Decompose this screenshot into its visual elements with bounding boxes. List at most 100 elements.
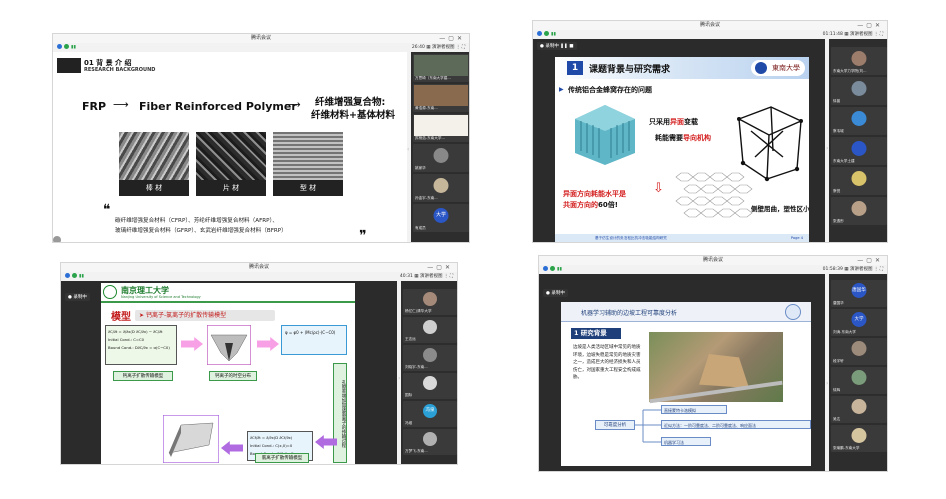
avatar: 唐国华 xyxy=(851,283,867,298)
meeting-timer: 40:31 xyxy=(399,274,413,279)
avatar xyxy=(851,111,867,126)
meeting-timer: 01:11:48 xyxy=(822,32,843,37)
participant-tile[interactable]: 蔡悦 xyxy=(831,167,887,195)
arrow-right-icon xyxy=(257,337,279,351)
signal-icon: ▮▮ xyxy=(79,274,84,279)
quote-right-icon: ❞ xyxy=(359,228,367,243)
shield-icon[interactable] xyxy=(544,31,549,36)
shared-slide: 机器学习辅助的边坡工程可靠度分析 1 研究背景 边坡是人类活动区域中常见的地质环… xyxy=(561,302,811,466)
fiber-label: Fiber Reinforced Polymer xyxy=(139,100,297,113)
speaker-view-button[interactable]: ▦ 演讲者视图 xyxy=(844,267,872,272)
participant-tile[interactable]: 唐国华 唐国华 xyxy=(831,280,887,307)
participant-tile[interactable]: 东南大学力学院(刘... xyxy=(831,47,887,75)
participant-tile[interactable]: 蔡韦城 xyxy=(831,107,887,135)
info-icon[interactable] xyxy=(57,44,62,49)
calcium-equation-box: ∂C/∂t = ∂/∂x(D ∂C/∂x) − ∂C/∂t Initial Con… xyxy=(105,325,177,365)
composite-line-2: 纤维材料+基体材料 xyxy=(311,110,395,121)
calcium-model-label: 钙离子扩散传输模型 xyxy=(113,371,173,381)
participant-panel: 唐国华 唐国华 大学 刘涛-东南大学 段宇轩 徐辉 吴达 张瑜鹏-东南大学 xyxy=(829,274,887,471)
window-titlebar: 腾讯会议 —▢✕ xyxy=(539,256,887,265)
participant-tile[interactable]: 大学 刘涛-东南大学 xyxy=(831,309,887,336)
window-title: 腾讯会议 xyxy=(702,257,723,263)
participant-tile[interactable]: 张逸彤 xyxy=(831,197,887,225)
participant-tile[interactable]: 万思琦（东南大学建... xyxy=(413,54,469,82)
chloride-model-label: 氯离子扩散传输模型 xyxy=(255,453,309,463)
slide-title: 课题背景与研究需求 xyxy=(589,65,671,75)
window-controls[interactable]: —▢✕ xyxy=(439,34,465,43)
participant-panel: 东南大学力学院(刘... 徐曾 蔡韦城 东南大学土建 蔡悦 张逸彤 xyxy=(829,39,887,242)
porosity-note: 孔隙率增加加速氯离子的传输过程 xyxy=(333,363,347,463)
recording-indicator[interactable]: ● 录制中 ❚❚ ■ xyxy=(537,42,577,50)
avatar xyxy=(423,348,437,362)
reliability-analysis-node: 可靠度分析 xyxy=(595,420,635,430)
sheet-material-image: 片 材 xyxy=(196,132,266,196)
arrow-left-icon xyxy=(221,441,243,455)
info-icon[interactable] xyxy=(65,273,70,278)
participant-tile[interactable]: 吴达 xyxy=(831,396,887,423)
avatar: 冯泉 xyxy=(423,404,437,418)
bullet-text: 传统铝合金蜂窝存在的问题 xyxy=(568,86,652,94)
window-titlebar: 腾讯会议 —▢✕ xyxy=(53,34,469,43)
profile-material-image: 型 材 xyxy=(273,132,343,196)
shield-icon[interactable] xyxy=(64,44,69,49)
meeting-toolbar: ▮▮ 40:31 ▦ 演讲者视图 ⋮ ⛶ xyxy=(61,272,457,281)
participant-tile[interactable]: 杨亿仁(清华大学 xyxy=(403,289,457,315)
honeycomb-3d-image xyxy=(575,105,635,165)
calcium-distribution-label: 钙离子的时空分布 xyxy=(209,371,257,381)
section-label: 1 研究背景 xyxy=(571,328,621,339)
participant-tile[interactable]: 刘晓宇-东南... xyxy=(403,345,457,371)
participant-tile[interactable]: 王志远 xyxy=(403,317,457,343)
hexagon-grid-image xyxy=(675,172,753,218)
speaker-view-button[interactable]: ▦ 演讲者视图 xyxy=(844,32,872,37)
quote-left-icon: ❝ xyxy=(103,202,111,218)
participant-tile[interactable]: 国际 xyxy=(403,373,457,399)
shared-slide: 01 背 景 介 绍 RESEARCH BACKGROUND FRP ⟶ Fib… xyxy=(53,52,407,243)
shield-icon[interactable] xyxy=(550,266,555,271)
heading-block xyxy=(57,58,81,73)
participant-tile[interactable]: 冯泉 冯维 xyxy=(403,401,457,427)
rod-material-label: 棒 材 xyxy=(119,180,189,196)
avatar xyxy=(851,399,867,414)
label-b: 耗能需要导向机构 xyxy=(655,134,711,142)
avatar xyxy=(851,341,867,356)
participant-tile[interactable]: 姚家华 xyxy=(413,144,469,172)
shield-icon[interactable] xyxy=(72,273,77,278)
school-logo-icon xyxy=(103,285,117,299)
meeting-timer: 26:40 xyxy=(411,45,425,50)
participant-tile[interactable]: 黄浩源-东南... xyxy=(413,84,469,112)
university-logo: 東南大學 xyxy=(751,60,805,76)
avatar xyxy=(433,178,449,193)
meeting-toolbar: ▮▮ 01:11:48 ▦ 演讲者视图 ⋮ ⛶ xyxy=(533,30,887,39)
profile-material-label: 型 材 xyxy=(273,180,343,196)
participant-tile[interactable]: 张瑜鹏-东南大学 xyxy=(831,425,887,452)
slide-nav-icon[interactable] xyxy=(53,236,61,242)
speaker-view-button[interactable]: ▦ 演讲者视图 xyxy=(414,274,442,279)
participant-tile[interactable]: 大学 有成员 xyxy=(413,204,469,232)
window-controls[interactable]: —▢✕ xyxy=(857,256,883,265)
participant-tile[interactable]: 徐曾 xyxy=(831,77,887,105)
participant-tile[interactable]: 段宇轩 xyxy=(831,338,887,365)
recording-indicator[interactable]: ● 录制中 xyxy=(65,293,90,301)
arrow-right-icon xyxy=(181,337,203,351)
rod-material-image: 棒 材 xyxy=(119,132,189,196)
arrow-icon: ⇩ xyxy=(653,181,664,196)
participant-tile[interactable]: 宾杨浩-东南大学... xyxy=(413,114,469,142)
participant-tile[interactable]: 孙金宇-东南... xyxy=(413,174,469,202)
collapse-panel-icon[interactable]: ‹ xyxy=(407,146,409,153)
meeting-window-4: 腾讯会议 —▢✕ ▮▮ 01:58:39 ▦ 演讲者视图 ⋮ ⛶ ● 录制中 机… xyxy=(538,255,888,472)
participant-tile[interactable]: 徐辉 xyxy=(831,367,887,394)
recording-indicator[interactable]: ● 录制中 xyxy=(543,289,568,297)
window-controls[interactable]: —▢✕ xyxy=(857,21,883,30)
shared-slide: 1 课题背景与研究需求 東南大學 ▶ 传统铝合金蜂窝存在的问题 只采用异面变载 … xyxy=(555,57,809,242)
bullet-icon: ▶ xyxy=(559,86,564,93)
participant-tile[interactable]: 东南大学土建 xyxy=(831,137,887,165)
arrow-1: ⟶ xyxy=(113,98,129,111)
participant-tile[interactable]: 万梦飞-东南... xyxy=(403,429,457,455)
info-icon[interactable] xyxy=(543,266,548,271)
window-controls[interactable]: —▢✕ xyxy=(427,263,453,272)
info-icon[interactable] xyxy=(537,31,542,36)
slide-subheading: RESEARCH BACKGROUND xyxy=(84,67,156,73)
meeting-window-3: 腾讯会议 —▢✕ ▮▮ 40:31 ▦ 演讲者视图 ⋮ ⛶ ● 录制中 南京理工… xyxy=(60,262,458,465)
speaker-view-button[interactable]: ▦ 演讲者视图 xyxy=(426,45,454,50)
sheet-material-label: 片 材 xyxy=(196,180,266,196)
